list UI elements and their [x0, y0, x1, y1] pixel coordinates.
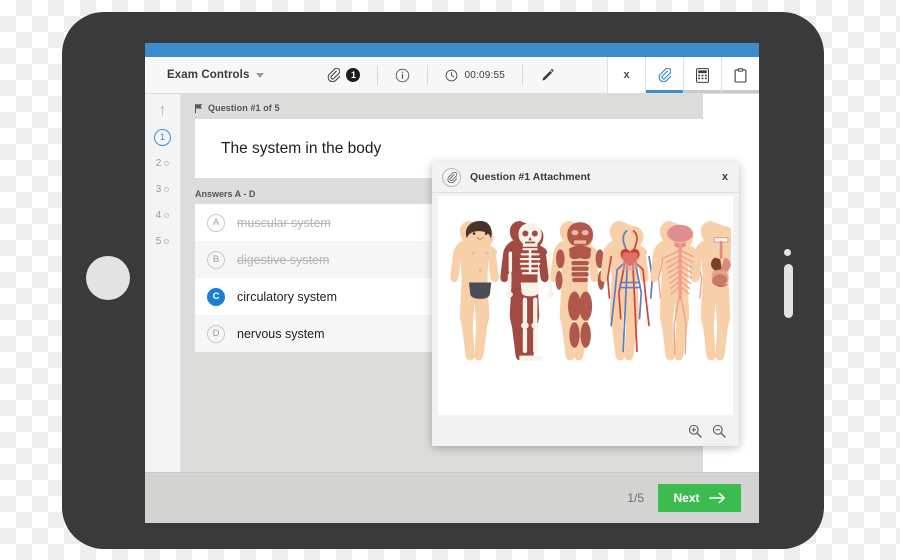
zoom-out-icon[interactable] — [712, 424, 726, 438]
camera-icon — [784, 249, 791, 256]
answer-text: muscular system — [237, 215, 331, 230]
status-dot — [164, 161, 170, 166]
rail-item-3[interactable]: 3 — [156, 181, 170, 198]
status-bar — [145, 43, 759, 57]
attachment-tab[interactable] — [645, 57, 683, 93]
question-navigation-rail: ↑ 1 2 3 4 5 — [145, 94, 181, 523]
toolbar-icon-groups: 1 00:09:55 — [310, 57, 572, 93]
pencil-tool[interactable] — [523, 65, 572, 85]
tablet-device: Exam Controls 1 00:09:55 x ↑ 1 2 3 4 5 Q… — [62, 12, 824, 549]
rail-item-4[interactable]: 4 — [156, 207, 170, 224]
notes-tab[interactable] — [721, 57, 759, 93]
rail-item-1[interactable]: 1 — [154, 129, 171, 146]
right-tab-strip: x — [607, 57, 759, 93]
zoom-in-icon[interactable] — [688, 424, 702, 438]
calculator-tab[interactable] — [683, 57, 721, 93]
page-counter: 1/5 — [627, 491, 644, 505]
answer-text: nervous system — [237, 326, 325, 341]
question-label-text: Question #1 of 5 — [208, 103, 280, 113]
nervous-figure — [649, 221, 702, 361]
x-icon: x — [623, 69, 630, 81]
attachment-modal-footer — [432, 415, 739, 446]
active-tab-underline — [646, 90, 683, 93]
muscular-figure — [549, 221, 605, 361]
rail-item-number: 2 — [155, 158, 162, 169]
status-dot — [164, 213, 170, 218]
rail-item-number: 3 — [155, 184, 162, 195]
speaker-grille — [784, 264, 793, 318]
answer-letter: D — [207, 324, 225, 343]
arrow-right-icon — [708, 492, 725, 504]
status-dot — [164, 239, 170, 244]
paperclip-icon — [658, 68, 671, 82]
answer-letter: A — [207, 213, 225, 232]
answer-letter: B — [207, 250, 225, 269]
answer-text: digestive system — [237, 252, 330, 267]
next-button[interactable]: Next — [658, 484, 741, 512]
next-button-label: Next — [673, 491, 700, 505]
question-text: The system in the body — [221, 139, 382, 157]
answer-text: circulatory system — [237, 289, 338, 304]
attachment-count-badge: 1 — [346, 68, 361, 82]
info-tool[interactable] — [378, 65, 429, 85]
skeletal-figure — [499, 221, 554, 361]
close-icon[interactable]: x — [722, 171, 728, 183]
screen: Exam Controls 1 00:09:55 x ↑ 1 2 3 4 5 Q… — [145, 43, 759, 523]
clipboard-icon — [734, 67, 747, 83]
timer-value: 00:09:55 — [464, 69, 505, 81]
clock-icon — [446, 69, 458, 81]
attachment-modal-title: Question #1 Attachment — [470, 171, 591, 183]
rail-item-2[interactable]: 2 — [156, 155, 170, 172]
rail-item-number: 4 — [155, 210, 162, 221]
tab-underline — [722, 90, 759, 93]
body-figure — [449, 221, 499, 361]
chevron-down-icon — [256, 72, 265, 78]
timer-tool[interactable]: 00:09:55 — [428, 65, 523, 85]
scroll-up-icon[interactable]: ↑ — [159, 103, 167, 119]
status-dot — [164, 187, 170, 192]
paperclip-icon — [442, 167, 461, 187]
rail-item-5[interactable]: 5 — [156, 233, 170, 250]
attachment-image-canvas — [438, 196, 733, 415]
question-label: Question #1 of 5 — [195, 103, 703, 113]
attachment-modal-header: Question #1 Attachment x — [432, 162, 739, 193]
circulatory-figure — [599, 221, 653, 361]
calculator-icon — [696, 67, 709, 83]
rail-item-number: 1 — [159, 132, 166, 143]
human-body-systems-illustration — [449, 221, 731, 361]
digestive-figure — [690, 221, 731, 361]
pencil-icon — [542, 68, 554, 81]
home-button[interactable] — [86, 256, 130, 300]
paperclip-icon — [328, 68, 341, 82]
info-circle-icon — [396, 68, 410, 82]
exam-controls-menu[interactable]: Exam Controls — [145, 69, 265, 81]
exam-body: ↑ 1 2 3 4 5 Question #1 of 5 The system … — [145, 94, 759, 523]
answer-letter: C — [207, 287, 225, 306]
tab-underline — [684, 90, 721, 93]
attachment-tool[interactable]: 1 — [310, 65, 379, 85]
close-tab[interactable]: x — [607, 57, 645, 93]
rail-item-number: 5 — [155, 236, 162, 247]
exam-controls-label: Exam Controls — [167, 69, 250, 81]
flag-icon — [195, 103, 203, 113]
exam-footer: 1/5 Next — [145, 472, 759, 523]
rail-item-list: 1 2 3 4 5 — [154, 129, 171, 250]
attachment-modal: Question #1 Attachment x — [432, 162, 739, 446]
exam-toolbar: Exam Controls 1 00:09:55 x — [145, 57, 759, 94]
